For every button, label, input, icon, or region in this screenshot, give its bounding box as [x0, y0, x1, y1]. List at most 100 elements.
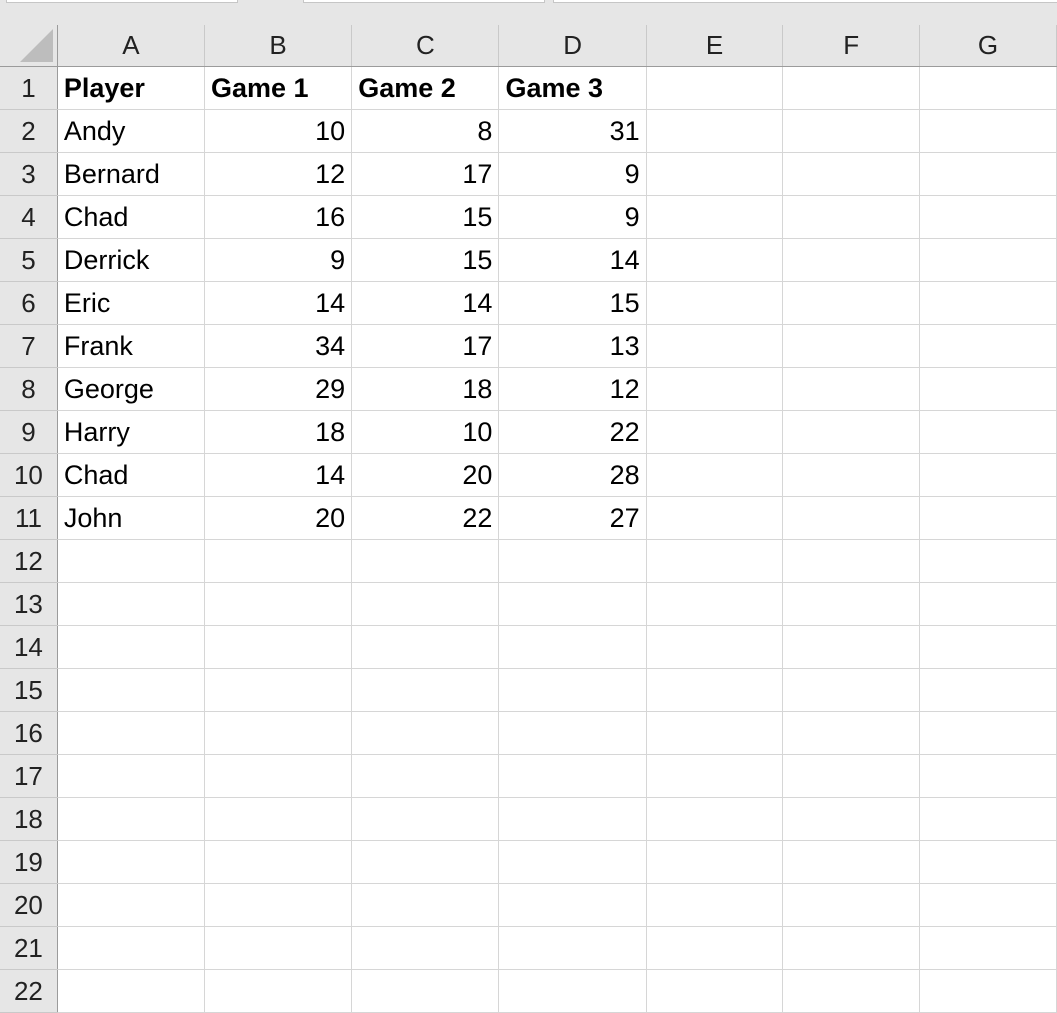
cell-c3[interactable]: 17	[351, 152, 500, 196]
column-header-a[interactable]: A	[57, 25, 205, 67]
cell-d19[interactable]	[498, 840, 647, 884]
cell-c4[interactable]: 15	[351, 195, 500, 239]
cell-f14[interactable]	[782, 625, 920, 669]
cell-g6[interactable]	[919, 281, 1057, 325]
cell-e8[interactable]	[646, 367, 784, 411]
cell-a13[interactable]	[57, 582, 205, 626]
cell-f5[interactable]	[782, 238, 920, 282]
row-header-5[interactable]: 5	[0, 238, 58, 282]
cell-e22[interactable]	[646, 969, 784, 1013]
cell-a1[interactable]: Player	[57, 66, 205, 110]
cell-g11[interactable]	[919, 496, 1057, 540]
cell-d16[interactable]	[498, 711, 647, 755]
cell-a6[interactable]: Eric	[57, 281, 205, 325]
cell-b3[interactable]: 12	[204, 152, 353, 196]
cell-c9[interactable]: 10	[351, 410, 500, 454]
cell-d9[interactable]: 22	[498, 410, 647, 454]
cell-f6[interactable]	[782, 281, 920, 325]
cell-a12[interactable]	[57, 539, 205, 583]
cell-c18[interactable]	[351, 797, 500, 841]
cell-e6[interactable]	[646, 281, 784, 325]
cell-b18[interactable]	[204, 797, 353, 841]
cell-f16[interactable]	[782, 711, 920, 755]
cell-g12[interactable]	[919, 539, 1057, 583]
cell-c17[interactable]	[351, 754, 500, 798]
row-header-2[interactable]: 2	[0, 109, 58, 153]
formula-controls[interactable]	[303, 0, 545, 3]
column-header-g[interactable]: G	[919, 25, 1057, 67]
cell-b1[interactable]: Game 1	[204, 66, 353, 110]
cell-c22[interactable]	[351, 969, 500, 1013]
cell-f13[interactable]	[782, 582, 920, 626]
row-header-10[interactable]: 10	[0, 453, 58, 497]
cell-b12[interactable]	[204, 539, 353, 583]
cell-d10[interactable]: 28	[498, 453, 647, 497]
cell-d20[interactable]	[498, 883, 647, 927]
cell-f19[interactable]	[782, 840, 920, 884]
cell-a19[interactable]	[57, 840, 205, 884]
cell-e3[interactable]	[646, 152, 784, 196]
row-header-8[interactable]: 8	[0, 367, 58, 411]
cell-a7[interactable]: Frank	[57, 324, 205, 368]
cell-b21[interactable]	[204, 926, 353, 970]
cell-g7[interactable]	[919, 324, 1057, 368]
cell-b19[interactable]	[204, 840, 353, 884]
cell-b6[interactable]: 14	[204, 281, 353, 325]
cell-d3[interactable]: 9	[498, 152, 647, 196]
cell-f8[interactable]	[782, 367, 920, 411]
cell-a15[interactable]	[57, 668, 205, 712]
column-header-f[interactable]: F	[782, 25, 920, 67]
row-header-9[interactable]: 9	[0, 410, 58, 454]
cell-b11[interactable]: 20	[204, 496, 353, 540]
cell-a5[interactable]: Derrick	[57, 238, 205, 282]
cell-c7[interactable]: 17	[351, 324, 500, 368]
cell-a9[interactable]: Harry	[57, 410, 205, 454]
cell-c6[interactable]: 14	[351, 281, 500, 325]
cell-d6[interactable]: 15	[498, 281, 647, 325]
cell-f3[interactable]	[782, 152, 920, 196]
row-header-17[interactable]: 17	[0, 754, 58, 798]
cell-e18[interactable]	[646, 797, 784, 841]
cell-f1[interactable]	[782, 66, 920, 110]
cell-a16[interactable]	[57, 711, 205, 755]
cell-b14[interactable]	[204, 625, 353, 669]
row-header-15[interactable]: 15	[0, 668, 58, 712]
cell-f15[interactable]	[782, 668, 920, 712]
cell-g18[interactable]	[919, 797, 1057, 841]
cell-e15[interactable]	[646, 668, 784, 712]
cell-e11[interactable]	[646, 496, 784, 540]
cell-g2[interactable]	[919, 109, 1057, 153]
cell-c15[interactable]	[351, 668, 500, 712]
row-header-1[interactable]: 1	[0, 66, 58, 110]
cell-c10[interactable]: 20	[351, 453, 500, 497]
cell-b10[interactable]: 14	[204, 453, 353, 497]
cell-e2[interactable]	[646, 109, 784, 153]
cell-b22[interactable]	[204, 969, 353, 1013]
cell-c12[interactable]	[351, 539, 500, 583]
cell-c13[interactable]	[351, 582, 500, 626]
row-header-11[interactable]: 11	[0, 496, 58, 540]
cell-g21[interactable]	[919, 926, 1057, 970]
cell-g22[interactable]	[919, 969, 1057, 1013]
cell-e19[interactable]	[646, 840, 784, 884]
column-header-c[interactable]: C	[351, 25, 500, 67]
cell-d5[interactable]: 14	[498, 238, 647, 282]
row-header-6[interactable]: 6	[0, 281, 58, 325]
cell-g14[interactable]	[919, 625, 1057, 669]
cell-a14[interactable]	[57, 625, 205, 669]
cell-b17[interactable]	[204, 754, 353, 798]
cell-c16[interactable]	[351, 711, 500, 755]
name-box[interactable]	[6, 0, 238, 3]
cell-f21[interactable]	[782, 926, 920, 970]
row-header-16[interactable]: 16	[0, 711, 58, 755]
cell-b7[interactable]: 34	[204, 324, 353, 368]
cell-e20[interactable]	[646, 883, 784, 927]
cell-b15[interactable]	[204, 668, 353, 712]
row-header-12[interactable]: 12	[0, 539, 58, 583]
cell-d17[interactable]	[498, 754, 647, 798]
cell-b5[interactable]: 9	[204, 238, 353, 282]
cell-f9[interactable]	[782, 410, 920, 454]
cell-c20[interactable]	[351, 883, 500, 927]
cell-g20[interactable]	[919, 883, 1057, 927]
row-header-18[interactable]: 18	[0, 797, 58, 841]
